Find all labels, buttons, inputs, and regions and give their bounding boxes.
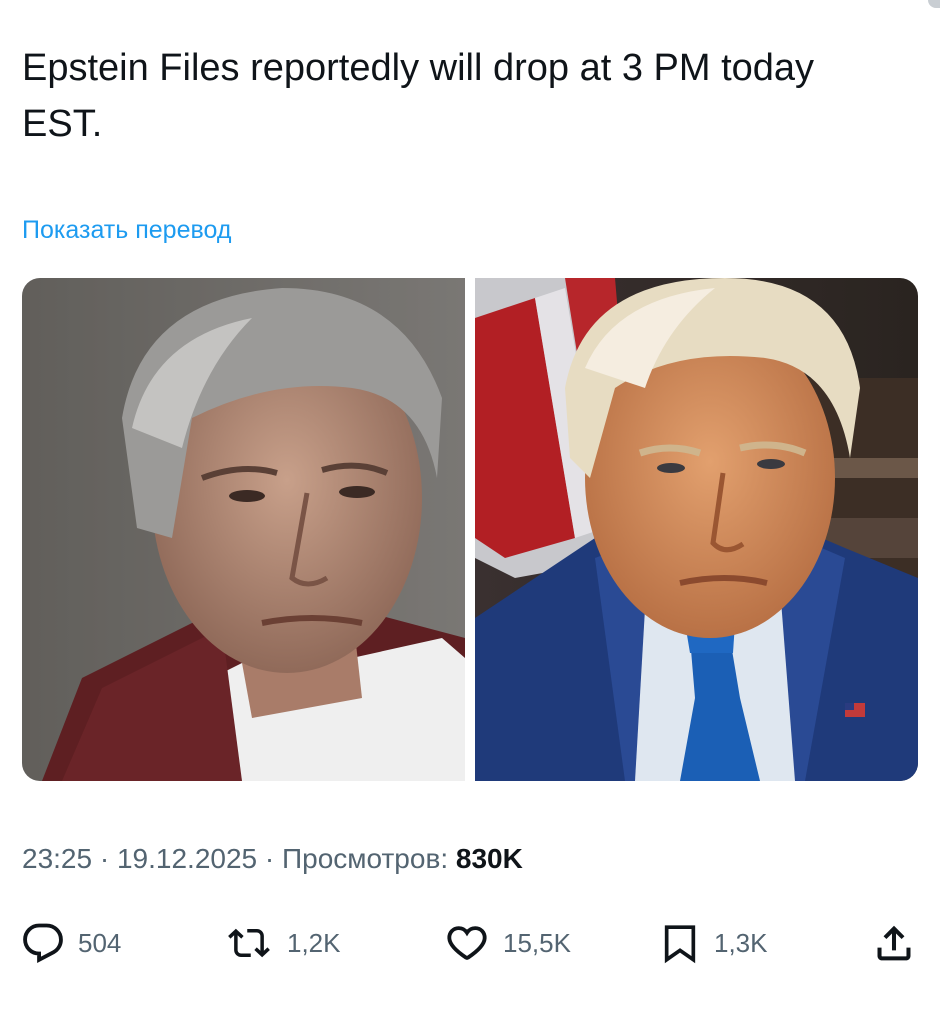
tweet-media: [22, 278, 918, 781]
retweet-icon: [228, 928, 270, 958]
heart-icon: [447, 926, 487, 960]
share-icon: [877, 925, 911, 961]
meta-separator: ·: [99, 843, 110, 874]
media-photo-left[interactable]: [22, 278, 465, 781]
tweet-time[interactable]: 23:25: [22, 843, 92, 874]
like-button[interactable]: 15,5K: [445, 918, 571, 968]
reply-button[interactable]: 504: [22, 918, 121, 968]
media-photo-right[interactable]: [475, 278, 918, 781]
retweet-count: 1,2K: [287, 927, 341, 958]
meta-separator: ·: [264, 843, 275, 874]
tweet-date[interactable]: 19.12.2025: [117, 843, 257, 874]
views-label: Просмотров:: [282, 843, 449, 874]
bookmark-icon: [664, 925, 696, 964]
like-count: 15,5K: [503, 927, 571, 958]
views-count: 830K: [455, 843, 523, 874]
reply-count: 504: [78, 927, 122, 958]
reply-icon: [23, 923, 63, 963]
scroll-edge-indicator: [928, 0, 940, 8]
show-translation-link[interactable]: Показать перевод: [22, 216, 231, 245]
tweet-metadata: 23:25 · 19.12.2025 · Просмотров: 830K: [22, 843, 523, 875]
bookmark-count: 1,3K: [714, 927, 768, 958]
portrait-photo-left: [22, 278, 465, 781]
tweet-action-bar: 504 1,2K 15,5K 1,3K: [0, 918, 940, 968]
bookmark-button[interactable]: 1,3K: [660, 918, 768, 968]
retweet-button[interactable]: 1,2K: [225, 918, 341, 968]
portrait-photo-right: [475, 278, 918, 781]
share-button[interactable]: [872, 918, 916, 968]
tweet-text: Epstein Files reportedly will drop at 3 …: [22, 47, 815, 145]
